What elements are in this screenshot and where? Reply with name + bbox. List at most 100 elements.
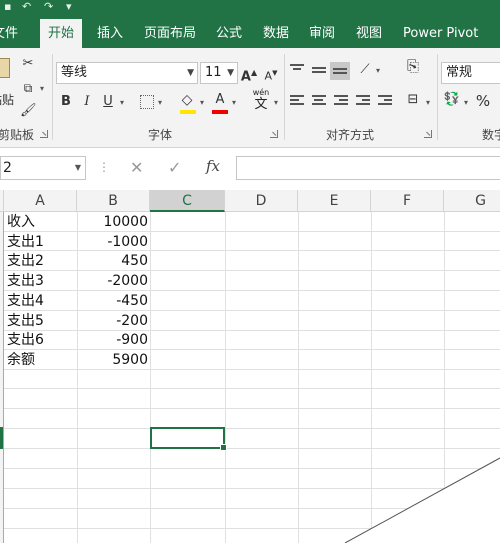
name-box[interactable]: 2 ▼ — [0, 156, 86, 180]
cell-value[interactable]: -900 — [77, 330, 148, 349]
font-size-select[interactable]: 11 ▼ — [200, 62, 238, 84]
tab-view[interactable]: 视图 — [354, 19, 384, 48]
customize-qat-icon[interactable]: ▾ — [66, 0, 72, 13]
font-group-label: 字体 — [148, 128, 173, 142]
column-line — [225, 212, 226, 543]
clipboard-icon — [0, 58, 10, 78]
quick-access-toolbar: ▪ ↶ ↷ ▾ — [0, 0, 500, 16]
cell-label[interactable]: 余额 — [7, 350, 35, 369]
copy-dropdown-icon[interactable]: ▾ — [40, 84, 44, 93]
row-line — [4, 488, 500, 489]
row-headers[interactable] — [0, 212, 4, 427]
cell-value[interactable]: 5900 — [77, 350, 148, 369]
cancel-icon[interactable]: ✕ — [130, 158, 143, 177]
cell-value[interactable]: -200 — [77, 311, 148, 330]
middle-align-icon[interactable] — [312, 67, 326, 79]
cell-label[interactable]: 支出3 — [7, 271, 44, 290]
borders-icon[interactable] — [140, 95, 154, 109]
column-header-e[interactable]: E — [298, 190, 371, 212]
underline-button[interactable]: U — [100, 92, 116, 112]
formula-bar: 2 ▼ ⋮ ✕ ✓ fx — [0, 148, 500, 190]
fill-color-icon[interactable]: ◇ — [178, 90, 196, 110]
tab-review[interactable]: 审阅 — [307, 19, 337, 48]
align-center-icon[interactable] — [312, 95, 326, 107]
borders-dropdown-icon[interactable]: ▾ — [158, 98, 162, 107]
row-header-selected[interactable] — [0, 427, 4, 449]
orientation-dropdown-icon[interactable]: ▾ — [376, 66, 380, 75]
column-header-d[interactable]: D — [225, 190, 298, 212]
merge-dropdown-icon[interactable]: ▾ — [426, 98, 430, 107]
align-left-icon[interactable] — [290, 95, 304, 107]
tab-power-pivot[interactable]: Power Pivot — [401, 19, 480, 48]
format-painter-icon[interactable]: 🖌 — [20, 101, 37, 121]
tab-home[interactable]: 开始 — [40, 19, 83, 48]
row-line — [4, 448, 500, 449]
grow-font-button[interactable]: A▲ — [240, 63, 258, 84]
merge-center-icon[interactable]: ⊟ — [404, 90, 422, 110]
column-header-c[interactable]: C — [150, 190, 225, 212]
number-format-select[interactable]: 常规 — [441, 62, 500, 84]
cell-value[interactable]: -2000 — [77, 271, 148, 290]
column-header-g[interactable]: G — [444, 190, 500, 212]
decrease-indent-icon[interactable] — [356, 95, 370, 107]
enter-icon[interactable]: ✓ — [168, 158, 181, 177]
increase-indent-icon[interactable] — [378, 95, 392, 107]
insert-function-icon[interactable]: fx — [206, 157, 220, 175]
cell-label[interactable]: 支出6 — [7, 330, 44, 349]
save-icon[interactable]: ▪ — [4, 0, 11, 13]
phonetic-char: 文 — [254, 97, 268, 112]
number-group-label: 数字 — [482, 128, 500, 142]
worksheet-grid[interactable]: A B C D E F G 收入 10000 支出1 -1000 支出2 450… — [0, 190, 500, 543]
top-align-icon[interactable] — [290, 64, 304, 76]
clipboard-launcher-icon[interactable] — [40, 130, 48, 138]
cell-value[interactable]: 10000 — [77, 212, 148, 231]
font-color-button[interactable]: A — [212, 90, 228, 110]
cell-label[interactable]: 支出1 — [7, 232, 44, 251]
italic-button[interactable]: I — [80, 92, 94, 112]
copy-icon[interactable]: ⧉ — [20, 78, 36, 98]
alignment-launcher-icon[interactable] — [424, 130, 432, 138]
cell-label[interactable]: 支出2 — [7, 251, 44, 270]
font-launcher-icon[interactable] — [270, 130, 278, 138]
title-tab-bar: ▪ ↶ ↷ ▾ 文件 开始 插入 页面布局 公式 数据 审阅 视图 Power … — [0, 0, 500, 48]
undo-icon[interactable]: ↶ — [22, 0, 31, 13]
tab-formulas[interactable]: 公式 — [214, 19, 244, 48]
shrink-font-button[interactable]: A▼ — [262, 63, 280, 83]
tab-insert[interactable]: 插入 — [95, 19, 125, 48]
paste-label: 粘贴 — [0, 93, 15, 107]
cut-icon[interactable]: ✂ — [20, 54, 36, 74]
cell-label[interactable]: 支出4 — [7, 291, 44, 310]
font-color-dropdown-icon[interactable]: ▾ — [232, 98, 236, 107]
column-header-f[interactable]: F — [371, 190, 444, 212]
accounting-dropdown-icon[interactable]: ▾ — [464, 98, 468, 107]
bottom-align-icon[interactable] — [330, 62, 350, 80]
redo-icon[interactable]: ↷ — [44, 0, 53, 13]
cell-value[interactable]: 450 — [77, 251, 148, 270]
cell-value[interactable]: -450 — [77, 291, 148, 310]
cell-value[interactable]: -1000 — [77, 232, 148, 251]
page-curl-shape — [345, 458, 500, 543]
orientation-icon[interactable]: ⟋ — [356, 60, 374, 80]
cell-label[interactable]: 收入 — [7, 212, 35, 231]
align-right-icon[interactable] — [334, 95, 348, 107]
formula-bar-grip-icon[interactable]: ⋮ — [98, 160, 110, 174]
formula-input[interactable] — [236, 156, 500, 180]
underline-dropdown-icon[interactable]: ▾ — [120, 98, 124, 107]
tab-data[interactable]: 数据 — [261, 19, 291, 48]
bold-button[interactable]: B — [58, 92, 74, 112]
font-name-select[interactable]: 等线 ▼ — [56, 62, 198, 84]
accounting-format-icon[interactable]: 💱 — [442, 90, 462, 110]
tab-page-layout[interactable]: 页面布局 — [142, 19, 198, 48]
column-header-a[interactable]: A — [4, 190, 77, 212]
wrap-text-icon[interactable]: ⎘ — [404, 56, 422, 76]
tab-file[interactable]: 文件 — [0, 19, 20, 48]
row-line — [4, 508, 500, 509]
cell-label[interactable]: 支出5 — [7, 311, 44, 330]
paste-button[interactable]: 粘贴 — [0, 52, 14, 107]
column-header-b[interactable]: B — [77, 190, 150, 212]
percent-style-button[interactable]: % — [474, 91, 492, 111]
fill-color-dropdown-icon[interactable]: ▾ — [200, 98, 204, 107]
phonetic-dropdown-icon[interactable]: ▾ — [274, 98, 278, 107]
phonetic-button[interactable]: wén 文 — [250, 88, 272, 114]
active-cell[interactable] — [150, 427, 227, 451]
